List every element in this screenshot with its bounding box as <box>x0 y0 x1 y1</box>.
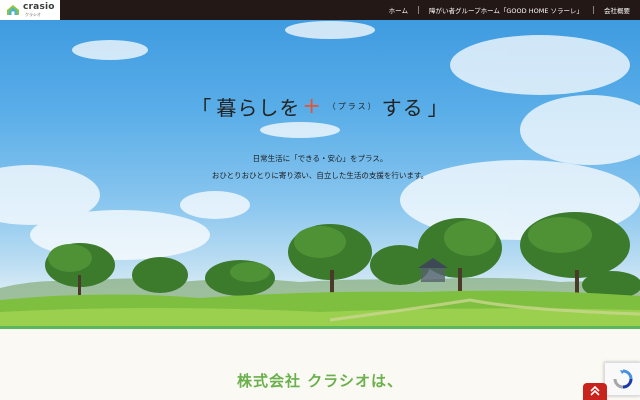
site-logo[interactable]: crasio クラシオ <box>0 0 60 20</box>
hero-line: おひとりおひとりに寄り添い、自立した生活の支援を行います。 <box>211 171 429 180</box>
hero-line: 日常生活に「できる・安心」をプラス。 <box>252 154 388 163</box>
logo-text: crasio クラシオ <box>23 3 55 17</box>
title-open-bracket: 「 <box>191 96 213 120</box>
title-close-bracket: 」 <box>427 96 449 120</box>
top-navigation-bar: crasio クラシオ ホーム 障がい者グループホーム「GOOD HOME ソラ… <box>0 0 640 20</box>
nav-company[interactable]: 会社概要 <box>594 5 640 15</box>
title-plus-reading: （プラス） <box>327 102 378 111</box>
scroll-to-top-button[interactable] <box>583 383 607 400</box>
recaptcha-icon <box>613 369 632 389</box>
hero-title: 「 暮らしを + （プラス） する 」 <box>0 92 640 121</box>
section-divider <box>0 326 640 329</box>
logo-name: crasio <box>23 2 55 12</box>
nav-group-home[interactable]: 障がい者グループホーム「GOOD HOME ソラーレ」 <box>419 5 593 15</box>
main-nav: ホーム 障がい者グループホーム「GOOD HOME ソラーレ」 会社概要 <box>379 0 640 20</box>
nav-home[interactable]: ホーム <box>379 5 418 15</box>
title-main: 暮らしを <box>216 96 301 120</box>
logo-subtitle: クラシオ <box>25 12 41 17</box>
hero-description: 日常生活に「できる・安心」をプラス。 おひとりおひとりに寄り添い、自立した生活の… <box>0 150 640 184</box>
recaptcha-badge[interactable] <box>604 362 640 396</box>
title-plus: + <box>302 94 322 119</box>
logo-house-icon <box>7 5 19 15</box>
section-heading: 株式会社 クラシオは、 <box>237 372 403 390</box>
double-chevron-up-icon <box>590 386 600 396</box>
hero-section: 「 暮らしを + （プラス） する 」 日常生活に「できる・安心」をプラス。 お… <box>0 20 640 328</box>
title-end: する <box>381 96 424 120</box>
